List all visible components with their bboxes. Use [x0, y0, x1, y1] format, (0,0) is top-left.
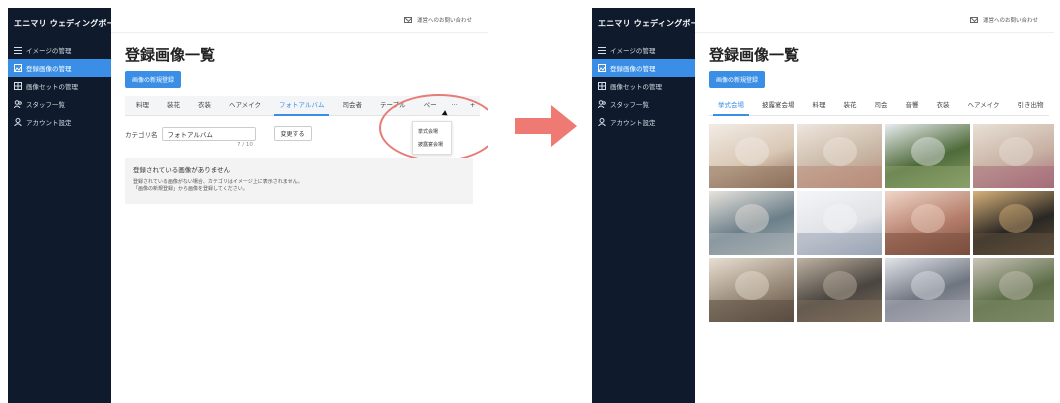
screen-after: エニマリ ウェディングボード イメージの管理 登録画像の管理 画像セットの管理 … [592, 8, 1054, 403]
highlight-circle [379, 94, 488, 162]
users-icon [14, 100, 22, 108]
tab-cuisine[interactable]: 料理 [804, 99, 835, 115]
user-icon [598, 118, 606, 126]
users-icon [598, 100, 606, 108]
photo-pink-hall[interactable] [885, 191, 970, 255]
photo-floral-arch[interactable] [973, 124, 1054, 188]
sidebar-item-label: スタッフ一覧 [26, 101, 65, 109]
tab-truncated[interactable]: ペ [1053, 99, 1054, 115]
add-image-button[interactable]: 画像の新規登録 [125, 71, 182, 88]
category-name-row: カテゴリ名 フォトアルバム 変更する [125, 126, 312, 141]
mail-icon [969, 17, 978, 23]
tab-photo-album[interactable]: フォトアルバム [270, 99, 333, 116]
tab-costume[interactable]: 衣装 [189, 99, 220, 115]
change-button[interactable]: 変更する [273, 126, 312, 141]
page-title: 登録画像一覧 [125, 46, 216, 64]
main-content: 運営へのお問い合わせ 登録画像一覧 画像の新規登録 料理 装花 衣装 ヘアメイク… [111, 8, 488, 403]
contact-link-label: 運営へのお問い合わせ [982, 18, 1038, 24]
tab-costume[interactable]: 衣装 [928, 99, 959, 115]
photo-bouquet[interactable] [797, 124, 882, 188]
photo-grand-staircase[interactable] [709, 258, 794, 322]
sidebar-item-label: イメージの管理 [610, 47, 656, 55]
sidebar-item-staff[interactable]: スタッフ一覧 [592, 95, 695, 113]
page-title: 登録画像一覧 [709, 46, 800, 64]
photo-crystal-hall[interactable] [885, 258, 970, 322]
contact-link-label: 運営へのお問い合わせ [416, 18, 472, 24]
user-icon [14, 118, 22, 126]
tab-hair-makeup[interactable]: ヘアメイク [220, 99, 270, 115]
photo-banquet-hall[interactable] [709, 191, 794, 255]
app-logo: エニマリ ウェディングボード [14, 19, 124, 28]
empty-state: 登録されている画像がありません 登録されている画像がない場合、カテゴリはイメージ… [125, 158, 473, 204]
app-logo: エニマリ ウェディングボード [598, 19, 708, 28]
photo-garden-gazebo[interactable] [885, 124, 970, 188]
photo-theater-hall[interactable] [797, 258, 882, 322]
sidebar-item-label: アカウント設定 [610, 119, 656, 127]
header-divider [695, 32, 1054, 33]
sidebar-item-registered-images[interactable]: 登録画像の管理 [8, 59, 111, 77]
grid-icon [598, 82, 606, 90]
sidebar-item-image-management[interactable]: イメージの管理 [592, 41, 695, 59]
transition-arrow-icon [515, 103, 579, 149]
tab-hair-makeup[interactable]: ヘアメイク [959, 99, 1009, 115]
photo-manor-house[interactable] [973, 258, 1054, 322]
photo-dark-ballroom[interactable] [973, 191, 1054, 255]
tab-reception-venue[interactable]: 披露宴会場 [753, 99, 804, 115]
main-content: 運営へのお問い合わせ 登録画像一覧 画像の新規登録 挙式会場 披露宴会場 料理 … [695, 8, 1054, 403]
category-name-input[interactable]: フォトアルバム [161, 126, 256, 141]
sidebar-item-label: 画像セットの管理 [610, 83, 662, 91]
tab-flowers[interactable]: 装花 [158, 99, 189, 115]
header-divider [111, 32, 488, 33]
sidebar-item-account[interactable]: アカウント設定 [8, 113, 111, 131]
sidebar-item-label: スタッフ一覧 [610, 101, 649, 109]
contact-link[interactable]: 運営へのお問い合わせ [403, 16, 472, 24]
sidebar-item-label: アカウント設定 [26, 119, 72, 127]
sidebar-item-image-sets[interactable]: 画像セットの管理 [592, 77, 695, 95]
category-name-label: カテゴリ名 [125, 130, 158, 139]
mail-icon [403, 17, 412, 23]
sidebar-item-staff[interactable]: スタッフ一覧 [8, 95, 111, 113]
sidebar-item-registered-images[interactable]: 登録画像の管理 [592, 59, 695, 77]
tab-sound[interactable]: 音響 [897, 99, 928, 115]
sidebar: エニマリ ウェディングボード イメージの管理 登録画像の管理 画像セットの管理 … [8, 8, 124, 403]
screen-before: エニマリ ウェディングボード イメージの管理 登録画像の管理 画像セットの管理 … [8, 8, 488, 403]
tab-mc[interactable]: 司会 [866, 99, 897, 115]
sidebar: エニマリ ウェディングボード イメージの管理 登録画像の管理 画像セットの管理 … [592, 8, 708, 403]
tab-ceremony-venue[interactable]: 挙式会場 [709, 99, 753, 116]
sidebar-item-image-sets[interactable]: 画像セットの管理 [8, 77, 111, 95]
image-icon [598, 64, 606, 72]
image-icon [14, 64, 22, 72]
sidebar-item-label: 登録画像の管理 [26, 65, 72, 73]
photo-white-hall[interactable] [797, 191, 882, 255]
list-icon [598, 46, 606, 54]
sidebar-item-account[interactable]: アカウント設定 [592, 113, 695, 131]
char-counter: 7 / 10 [237, 142, 253, 148]
sidebar-item-image-management[interactable]: イメージの管理 [8, 41, 111, 59]
empty-state-title: 登録されている画像がありません [133, 166, 231, 174]
tab-flowers[interactable]: 装花 [835, 99, 866, 115]
sidebar-item-label: イメージの管理 [26, 47, 72, 55]
contact-link[interactable]: 運営へのお問い合わせ [969, 16, 1038, 24]
tab-mc[interactable]: 司会者 [333, 99, 371, 115]
empty-state-text: 「画像の新規登録」から画像を登録してください。 [133, 186, 248, 192]
sidebar-item-label: 画像セットの管理 [26, 83, 78, 91]
photo-grid [709, 124, 1054, 322]
tab-cuisine[interactable]: 料理 [127, 99, 158, 115]
photo-rings[interactable] [709, 124, 794, 188]
grid-icon [14, 82, 22, 90]
list-icon [14, 46, 22, 54]
category-tabs: 挙式会場 披露宴会場 料理 装花 司会 音響 衣装 ヘアメイク 引き出物 ペ ·… [709, 96, 1049, 116]
sidebar-item-label: 登録画像の管理 [610, 65, 656, 73]
category-name-value: フォトアルバム [167, 130, 213, 139]
tab-gifts[interactable]: 引き出物 [1009, 99, 1053, 115]
empty-state-text: 登録されている画像がない場合、カテゴリはイメージ上に表示されません。 [133, 179, 303, 185]
add-image-button[interactable]: 画像の新規登録 [709, 71, 766, 88]
